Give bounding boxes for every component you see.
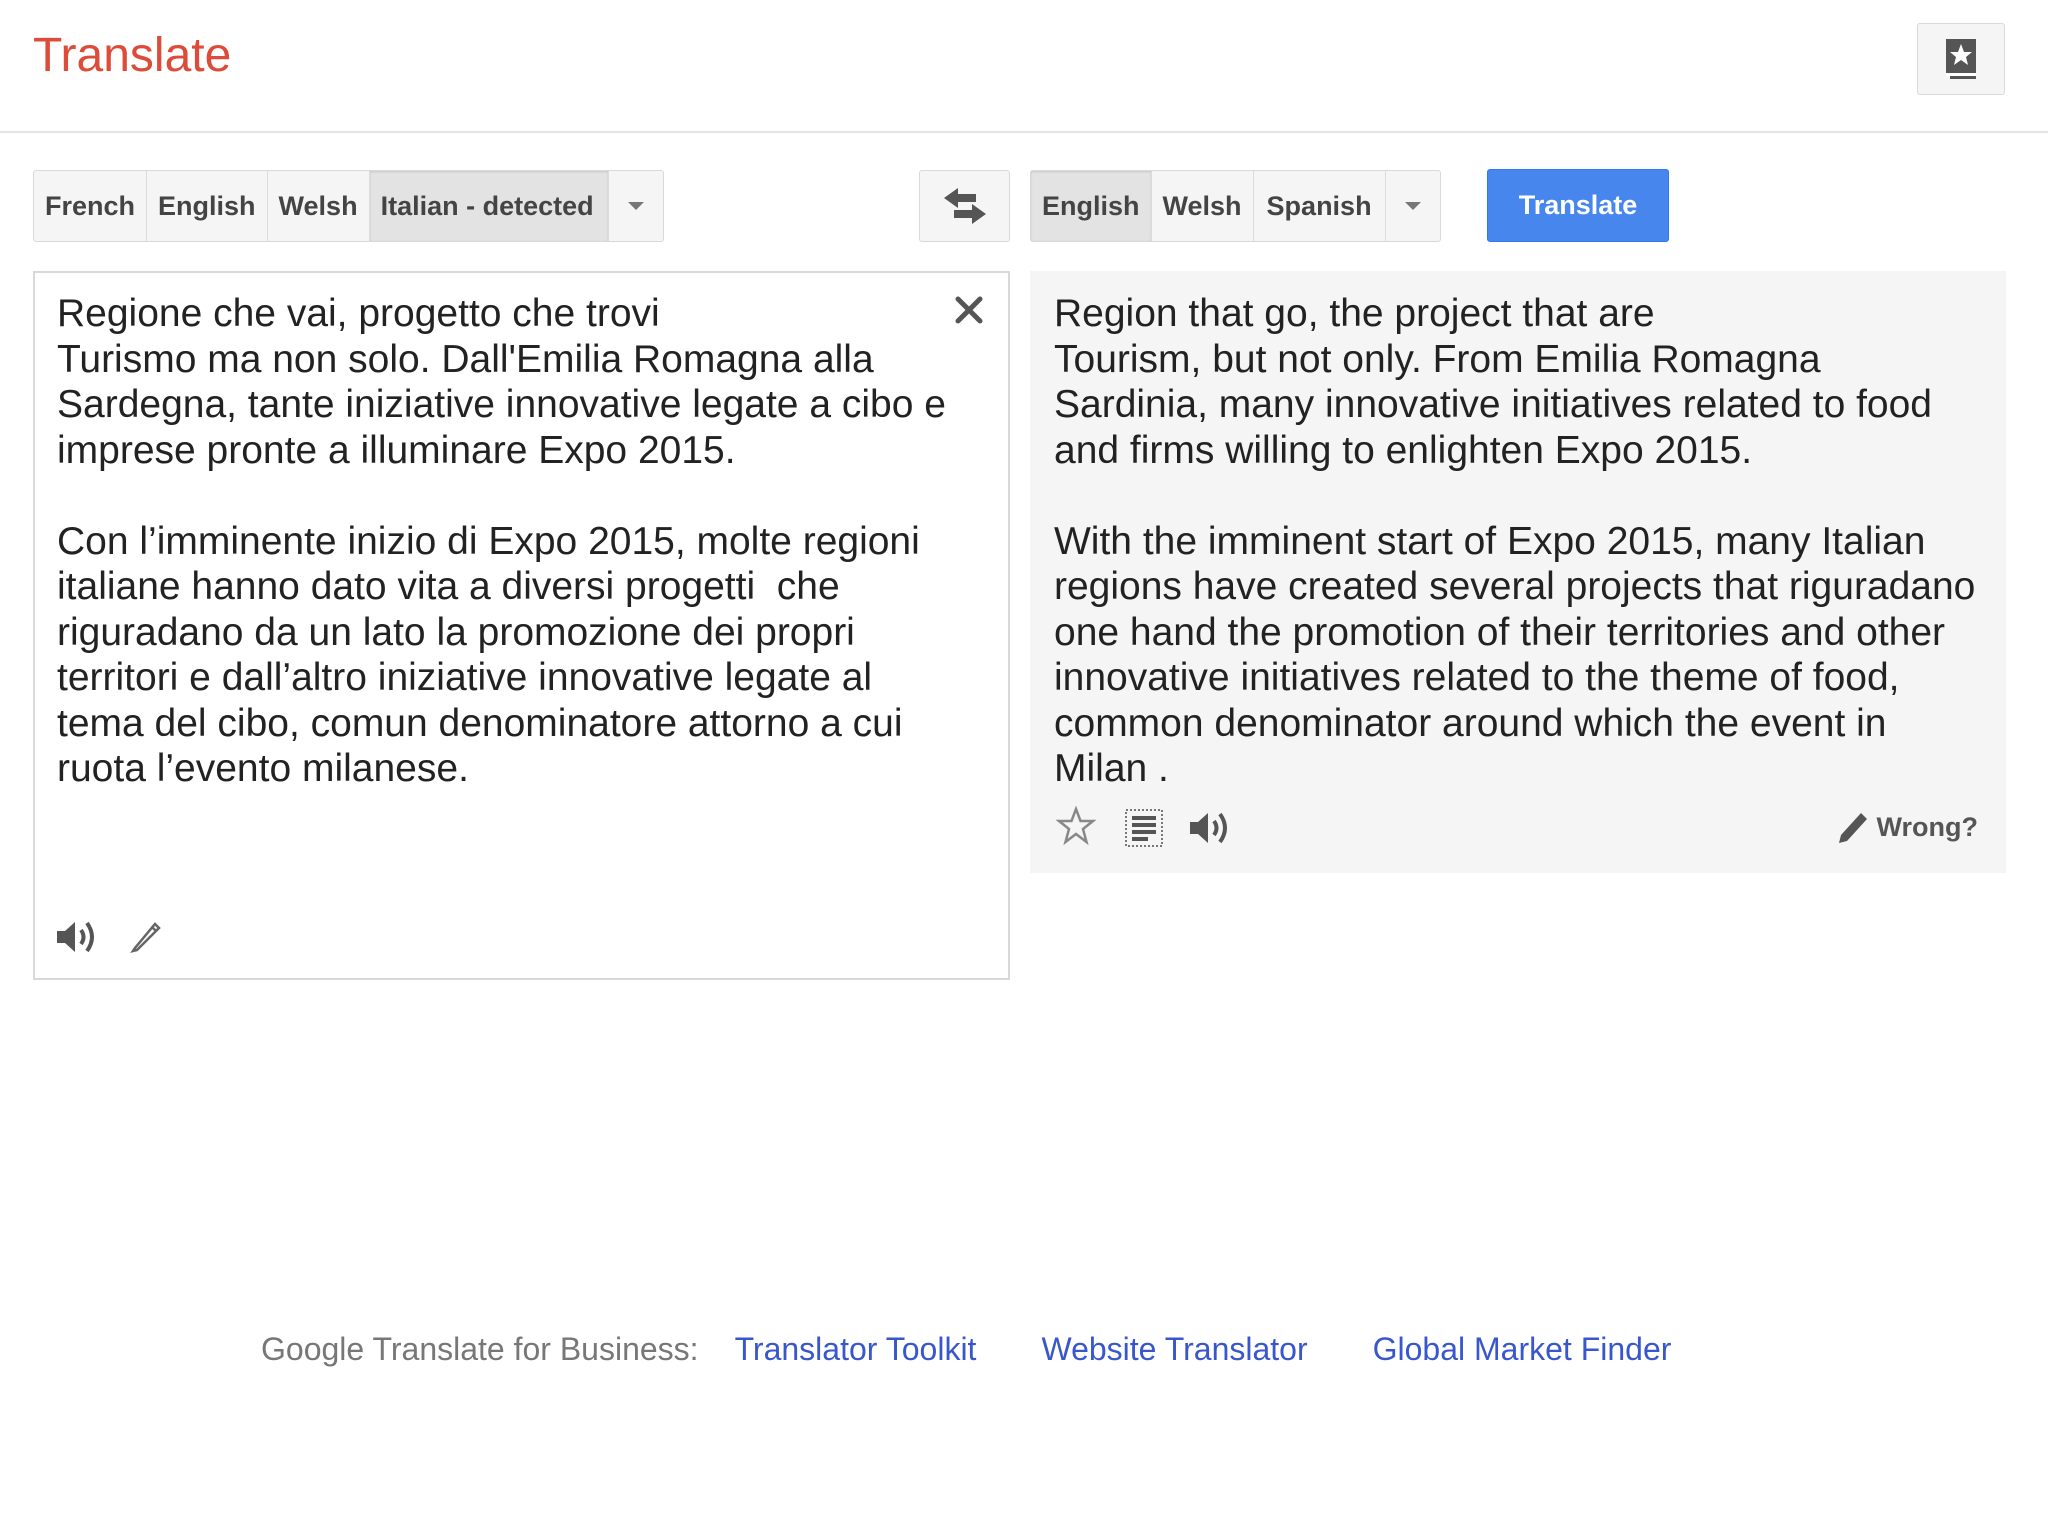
pencil-icon bbox=[1838, 813, 1867, 843]
translation-text: Region that go, the project that are Tou… bbox=[1054, 292, 1976, 790]
speaker-icon bbox=[57, 921, 94, 953]
source-lang-more-button[interactable] bbox=[609, 171, 663, 241]
source-lang-welsh[interactable]: Welsh bbox=[268, 171, 370, 241]
swap-arrows-icon bbox=[943, 188, 986, 224]
business-label: Google Translate for Business: bbox=[261, 1331, 699, 1367]
source-language-bar: French English Welsh Italian - detected bbox=[33, 170, 664, 242]
listen-source-button[interactable] bbox=[55, 917, 99, 957]
source-lang-english[interactable]: English bbox=[147, 171, 268, 241]
select-text-icon bbox=[1125, 809, 1163, 847]
target-lang-english[interactable]: English bbox=[1031, 171, 1152, 241]
target-lang-more-button[interactable] bbox=[1386, 171, 1440, 241]
close-icon bbox=[955, 296, 983, 324]
clear-source-button[interactable] bbox=[952, 293, 986, 327]
target-language-bar: English Welsh Spanish bbox=[1030, 170, 1441, 242]
app-title: Translate bbox=[33, 29, 232, 82]
handwriting-input-button[interactable] bbox=[129, 920, 163, 954]
star-translation-button[interactable] bbox=[1056, 806, 1096, 846]
source-text[interactable]: Regione che vai, progetto che trovi Turi… bbox=[57, 291, 957, 792]
translator-toolkit-link[interactable]: Translator Toolkit bbox=[735, 1331, 977, 1368]
phrasebook-button[interactable] bbox=[1917, 23, 2005, 95]
swap-languages-button[interactable] bbox=[919, 170, 1010, 242]
phrasebook-star-icon bbox=[1946, 39, 1976, 79]
footer: Google Translate for Business: Translato… bbox=[261, 1331, 1736, 1368]
chevron-down-icon bbox=[627, 202, 644, 210]
chevron-down-icon bbox=[1404, 202, 1421, 210]
translate-button[interactable]: Translate bbox=[1487, 169, 1669, 242]
website-translator-link[interactable]: Website Translator bbox=[1041, 1331, 1307, 1368]
wrong-label: Wrong? bbox=[1876, 811, 1978, 842]
source-lang-italian-detected[interactable]: Italian - detected bbox=[369, 171, 609, 241]
pencil-icon bbox=[130, 922, 161, 953]
target-lang-spanish[interactable]: Spanish bbox=[1254, 171, 1386, 241]
target-lang-welsh[interactable]: Welsh bbox=[1152, 171, 1254, 241]
translation-panel: Region that go, the project that are Tou… bbox=[1030, 271, 2006, 873]
header: Translate bbox=[0, 0, 2048, 133]
speaker-icon bbox=[1190, 812, 1227, 844]
global-market-finder-link[interactable]: Global Market Finder bbox=[1373, 1331, 1672, 1368]
source-lang-french[interactable]: French bbox=[34, 171, 148, 241]
source-text-area[interactable]: Regione che vai, progetto che trovi Turi… bbox=[33, 271, 1010, 980]
wrong-feedback-button[interactable]: Wrong? bbox=[1835, 809, 1978, 845]
star-icon bbox=[1056, 806, 1096, 846]
select-translation-button[interactable] bbox=[1124, 808, 1164, 848]
listen-translation-button[interactable] bbox=[1188, 808, 1232, 848]
